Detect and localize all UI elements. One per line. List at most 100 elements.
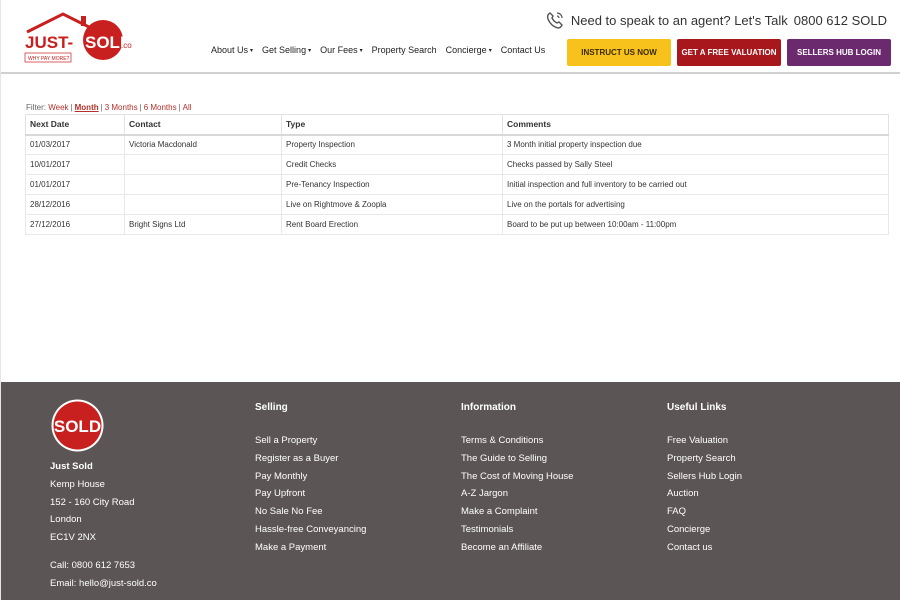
filter-all[interactable]: All (183, 103, 192, 112)
table-row[interactable]: 01/03/2017 Victoria Macdonald Property I… (25, 134, 889, 155)
cell-comments: Initial inspection and full inventory to… (502, 174, 889, 195)
cell-date: 10/01/2017 (25, 154, 125, 175)
footer-link[interactable]: Sellers Hub Login (667, 468, 742, 486)
footer-col-information: Information Terms & Conditions The Guide… (461, 402, 573, 557)
footer-col-useful-links: Useful Links Free Valuation Property Sea… (667, 402, 742, 557)
footer-link[interactable]: Concierge (667, 521, 742, 539)
footer-link[interactable]: The Cost of Moving House (461, 468, 573, 486)
logo-text-left: JUST- (25, 33, 73, 52)
logo-suffix: .co (121, 41, 132, 50)
cell-comments: Board to be put up between 10:00am - 11:… (502, 214, 889, 235)
table-row[interactable]: 28/12/2016 Live on Rightmove & Zoopla Li… (25, 194, 889, 215)
cell-date: 01/03/2017 (25, 134, 125, 155)
col-comments[interactable]: Comments (502, 114, 889, 136)
cell-contact (124, 154, 282, 175)
filter-6-months[interactable]: 6 Months (144, 103, 177, 112)
page: JUST- SOLD .co WHY PAY MORE? Need to spe… (0, 0, 900, 600)
site-header: JUST- SOLD .co WHY PAY MORE? Need to spe… (1, 0, 900, 74)
svg-text:SOLD: SOLD (54, 417, 101, 436)
footer-link[interactable]: Free Valuation (667, 432, 742, 450)
logo-tagline: WHY PAY MORE? (28, 56, 70, 62)
footer-link[interactable]: Testimonials (461, 521, 573, 539)
cell-contact (124, 194, 282, 215)
footer-link[interactable]: Auction (667, 485, 742, 503)
cell-type: Live on Rightmove & Zoopla (281, 194, 503, 215)
nav-get-selling[interactable]: Get Selling ▾ (262, 45, 311, 55)
footer-link[interactable]: Sell a Property (255, 432, 366, 450)
footer-link[interactable]: FAQ (667, 503, 742, 521)
phone-number[interactable]: 0800 612 SOLD (794, 13, 887, 28)
sellers-hub-login-button[interactable]: SELLERS HUB LOGIN (787, 39, 891, 66)
table-row[interactable]: 01/01/2017 Pre-Tenancy Inspection Initia… (25, 174, 889, 195)
cell-contact: Bright Signs Ltd (124, 214, 282, 235)
table-header-row: Next Date Contact Type Comments (25, 114, 889, 136)
address-line: London (50, 514, 82, 526)
nav-contact-us[interactable]: Contact Us (501, 45, 546, 55)
footer-link[interactable]: Register as a Buyer (255, 450, 366, 468)
just-sold-logo[interactable]: JUST- SOLD .co WHY PAY MORE? (23, 10, 133, 65)
filter-month[interactable]: Month (75, 103, 99, 112)
footer-link[interactable]: A-Z Jargon (461, 485, 573, 503)
cell-contact (124, 174, 282, 195)
cell-comments: Live on the portals for advertising (502, 194, 889, 215)
address-line: 152 - 160 City Road (50, 496, 135, 508)
footer-link[interactable]: Terms & Conditions (461, 432, 573, 450)
company-name: Just Sold (50, 461, 93, 472)
footer-link[interactable]: Become an Affiliate (461, 539, 573, 557)
sold-badge-logo[interactable]: SOLD (50, 398, 105, 453)
chevron-down-icon: ▾ (308, 48, 312, 55)
address-line: Kemp House (50, 478, 105, 490)
tasks-table: Next Date Contact Type Comments 01/03/20… (25, 114, 889, 235)
footer-call[interactable]: Call: 0800 612 7653 (50, 557, 157, 575)
cell-type: Credit Checks (281, 154, 503, 175)
footer-link[interactable]: Hassle-free Conveyancing (255, 521, 366, 539)
footer-email[interactable]: Email: hello@just-sold.co (50, 575, 157, 593)
date-filter: Filter: Week | Month | 3 Months | 6 Months | All (26, 103, 192, 112)
col-next-date[interactable]: Next Date (25, 114, 125, 136)
filter-label: Filter: (26, 103, 46, 112)
phone-icon (546, 12, 563, 29)
footer-link[interactable]: The Guide to Selling (461, 450, 573, 468)
nav-our-fees[interactable]: Our Fees ▾ (320, 45, 363, 55)
table-row[interactable]: 10/01/2017 Credit Checks Checks passed b… (25, 154, 889, 175)
cell-contact: Victoria Macdonald (124, 134, 282, 155)
site-footer: SOLD Just Sold Kemp House 152 - 160 City… (1, 382, 900, 600)
cell-comments: 3 Month initial property inspection due (502, 134, 889, 155)
chevron-down-icon: ▾ (488, 48, 492, 55)
cell-type: Pre-Tenancy Inspection (281, 174, 503, 195)
nav-concierge[interactable]: Concierge ▾ (446, 45, 492, 55)
cell-date: 01/01/2017 (25, 174, 125, 195)
nav-about-us[interactable]: About Us ▾ (211, 45, 253, 55)
cell-type: Property Inspection (281, 134, 503, 155)
cell-comments: Checks passed by Sally Steel (502, 154, 889, 175)
phone-prompt: Need to speak to an agent? Let's Talk (570, 12, 788, 28)
nav-property-search[interactable]: Property Search (372, 45, 437, 55)
chevron-down-icon: ▾ (359, 48, 363, 55)
instruct-us-now-button[interactable]: INSTRUCT US NOW (567, 39, 671, 66)
free-valuation-button[interactable]: GET A FREE VALUATION (677, 39, 781, 66)
main-nav: About Us ▾ Get Selling ▾ Our Fees ▾ Propert… (211, 45, 554, 55)
footer-link[interactable]: No Sale No Fee (255, 503, 366, 521)
footer-link[interactable]: Property Search (667, 450, 742, 468)
cell-date: 28/12/2016 (25, 194, 125, 215)
footer-link[interactable]: Pay Monthly (255, 468, 366, 486)
footer-link[interactable]: Make a Payment (255, 539, 366, 557)
filter-3-months[interactable]: 3 Months (105, 103, 138, 112)
phone-line: Need to speak to an agent? Let's Talk 08… (545, 10, 887, 30)
footer-heading-useful-links: Useful Links (667, 402, 727, 413)
footer-link[interactable]: Make a Complaint (461, 503, 573, 521)
col-type[interactable]: Type (281, 114, 503, 136)
col-contact[interactable]: Contact (124, 114, 282, 136)
footer-col-selling: Selling Sell a Property Register as a Bu… (255, 402, 366, 557)
address-line: EC1V 2NX (50, 532, 96, 544)
filter-week[interactable]: Week (48, 103, 68, 112)
chevron-down-icon: ▾ (250, 48, 254, 55)
table-row[interactable]: 27/12/2016 Bright Signs Ltd Rent Board E… (25, 214, 889, 235)
company-contact: Call: 0800 612 7653 Email: hello@just-so… (50, 557, 157, 593)
cell-date: 27/12/2016 (25, 214, 125, 235)
company-address: Just Sold Kemp House 152 - 160 City Road… (50, 458, 135, 547)
footer-link[interactable]: Contact us (667, 539, 742, 557)
footer-link[interactable]: Pay Upfront (255, 485, 366, 503)
footer-heading-information: Information (461, 402, 516, 413)
footer-heading-selling: Selling (255, 402, 288, 413)
